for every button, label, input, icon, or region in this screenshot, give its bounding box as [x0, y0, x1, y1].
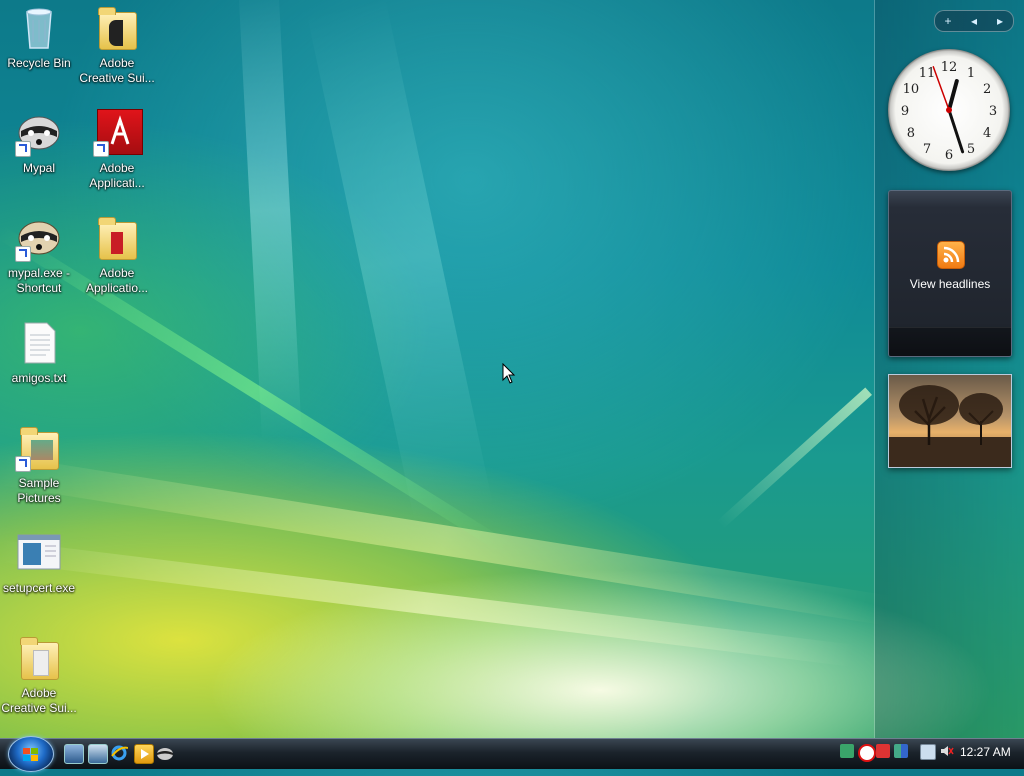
folder-icon	[15, 634, 63, 682]
mouse-cursor-icon	[502, 363, 516, 384]
messenger-icon[interactable]	[876, 744, 890, 758]
switch-windows-icon[interactable]	[88, 744, 108, 764]
clock-hour-hand	[947, 79, 959, 112]
feed-gadget-footer	[889, 327, 1011, 356]
application-window-icon	[15, 529, 63, 577]
desktop-icon-adobe-creative-suite-2[interactable]: Adobe Creative Sui...	[1, 634, 77, 716]
desktop-icon-label: Creative Sui...	[1, 701, 77, 715]
clock-numeral: 7	[923, 142, 931, 157]
desktop-icon-label: Adobe	[99, 161, 135, 175]
text-document-icon	[15, 319, 63, 367]
clock-minute-hand	[947, 108, 965, 154]
media-player-icon[interactable]	[134, 744, 154, 764]
desktop-icon-label: Adobe	[21, 686, 57, 700]
desktop-icon-label: Applicati...	[89, 176, 145, 190]
adobe-icon	[93, 109, 143, 157]
view-headlines-link[interactable]: View headlines	[889, 277, 1011, 291]
shortcut-arrow-icon	[15, 246, 31, 262]
desktop-icon-label: Adobe	[99, 266, 135, 280]
wallpaper-streak	[716, 387, 872, 529]
volume-muted-icon[interactable]	[940, 744, 954, 758]
clock-numeral: 10	[903, 82, 920, 97]
clock-numeral: 9	[901, 104, 909, 119]
wallpaper-streak	[0, 455, 892, 626]
clock-numeral: 3	[989, 104, 997, 119]
clock-numeral: 2	[983, 82, 991, 97]
desktop-icon-recycle-bin[interactable]: Recycle Bin	[1, 4, 77, 71]
desktop-icon-label: Recycle Bin	[7, 56, 71, 70]
clock-numeral: 6	[945, 148, 953, 163]
desktop-icon-label: Mypal	[22, 161, 55, 175]
pictures-folder-icon	[15, 424, 63, 472]
rss-feed-icon	[937, 241, 965, 269]
folder-icon	[93, 4, 141, 52]
desktop-icon-label: Sample	[18, 476, 60, 490]
clock-face: 12 12 3 45678 9 1011	[901, 60, 997, 163]
wallpaper-streak	[0, 540, 855, 667]
raccoon-icon	[15, 109, 63, 157]
desktop-icon-label: Shortcut	[16, 281, 62, 295]
clock-numeral: 8	[907, 126, 915, 141]
desktop-icon-mypal-shortcut[interactable]: mypal.exe - Shortcut	[1, 214, 77, 296]
show-desktop-icon[interactable]	[64, 744, 84, 764]
slideshow-gadget[interactable]	[888, 374, 1012, 468]
desktop-icon-adobe-application-manager[interactable]: Adobe Applicati...	[79, 109, 155, 191]
clock-numeral: 11	[919, 66, 936, 81]
desktop-icon-adobe-creative-suite[interactable]: Adobe Creative Sui...	[79, 4, 155, 86]
shortcut-arrow-icon	[15, 456, 31, 472]
clock-numeral: 5	[967, 142, 975, 157]
mypal-icon[interactable]	[156, 744, 174, 762]
sidebar-controls: + ◂ ▸	[934, 10, 1014, 32]
desktop-icon-label: mypal.exe -	[7, 266, 71, 280]
folder-icon	[93, 214, 141, 262]
tree-photo	[889, 385, 1011, 467]
desktop-icon-label: Pictures	[17, 491, 61, 505]
clock-center-pin	[946, 107, 952, 113]
desktop-icon-mypal[interactable]: Mypal	[1, 109, 77, 176]
shortcut-arrow-icon	[93, 141, 109, 157]
add-gadget-button[interactable]: +	[938, 14, 958, 28]
recycle-bin-icon	[15, 4, 63, 52]
desktop-icon-label: Adobe	[99, 56, 135, 70]
shortcut-arrow-icon	[15, 141, 31, 157]
windows-logo-icon	[23, 748, 38, 761]
desktop-icon-label: amigos.txt	[11, 371, 67, 385]
desktop-icon-amigos-txt[interactable]: amigos.txt	[1, 319, 77, 386]
desktop-icon-setupcert-exe[interactable]: setupcert.exe	[1, 529, 77, 596]
desktop-icon-adobe-applications[interactable]: Adobe Applicatio...	[79, 214, 155, 296]
clock-gadget[interactable]: 12 1 2 3 4 5 6 7 8 9 10 11	[888, 49, 1010, 171]
desktop-icon-sample-pictures[interactable]: Sample Pictures	[1, 424, 77, 506]
network-connection-icon[interactable]	[920, 744, 936, 760]
network-tray-icon[interactable]	[840, 744, 854, 758]
internet-explorer-icon[interactable]	[110, 744, 129, 762]
security-alert-icon[interactable]	[858, 744, 876, 762]
wallpaper-streak	[237, 0, 303, 441]
start-button[interactable]	[8, 736, 54, 772]
feed-headlines-gadget[interactable]: View headlines	[888, 190, 1012, 357]
desktop-icon-label: setupcert.exe	[2, 581, 76, 595]
taskbar-clock[interactable]: 12:27 AM	[960, 745, 1011, 759]
clock-numeral: 1	[967, 66, 975, 81]
next-page-button[interactable]: ▸	[990, 14, 1010, 28]
clock-numeral: 4	[983, 126, 991, 141]
raccoon-icon	[15, 214, 63, 262]
windows-update-icon[interactable]	[894, 744, 908, 758]
desktop-icon-label: Applicatio...	[85, 281, 149, 295]
previous-page-button[interactable]: ◂	[964, 14, 984, 28]
wallpaper-streak	[306, 0, 494, 523]
clock-numeral: 12	[941, 60, 958, 75]
desktop-icon-label: Creative Sui...	[79, 71, 155, 85]
